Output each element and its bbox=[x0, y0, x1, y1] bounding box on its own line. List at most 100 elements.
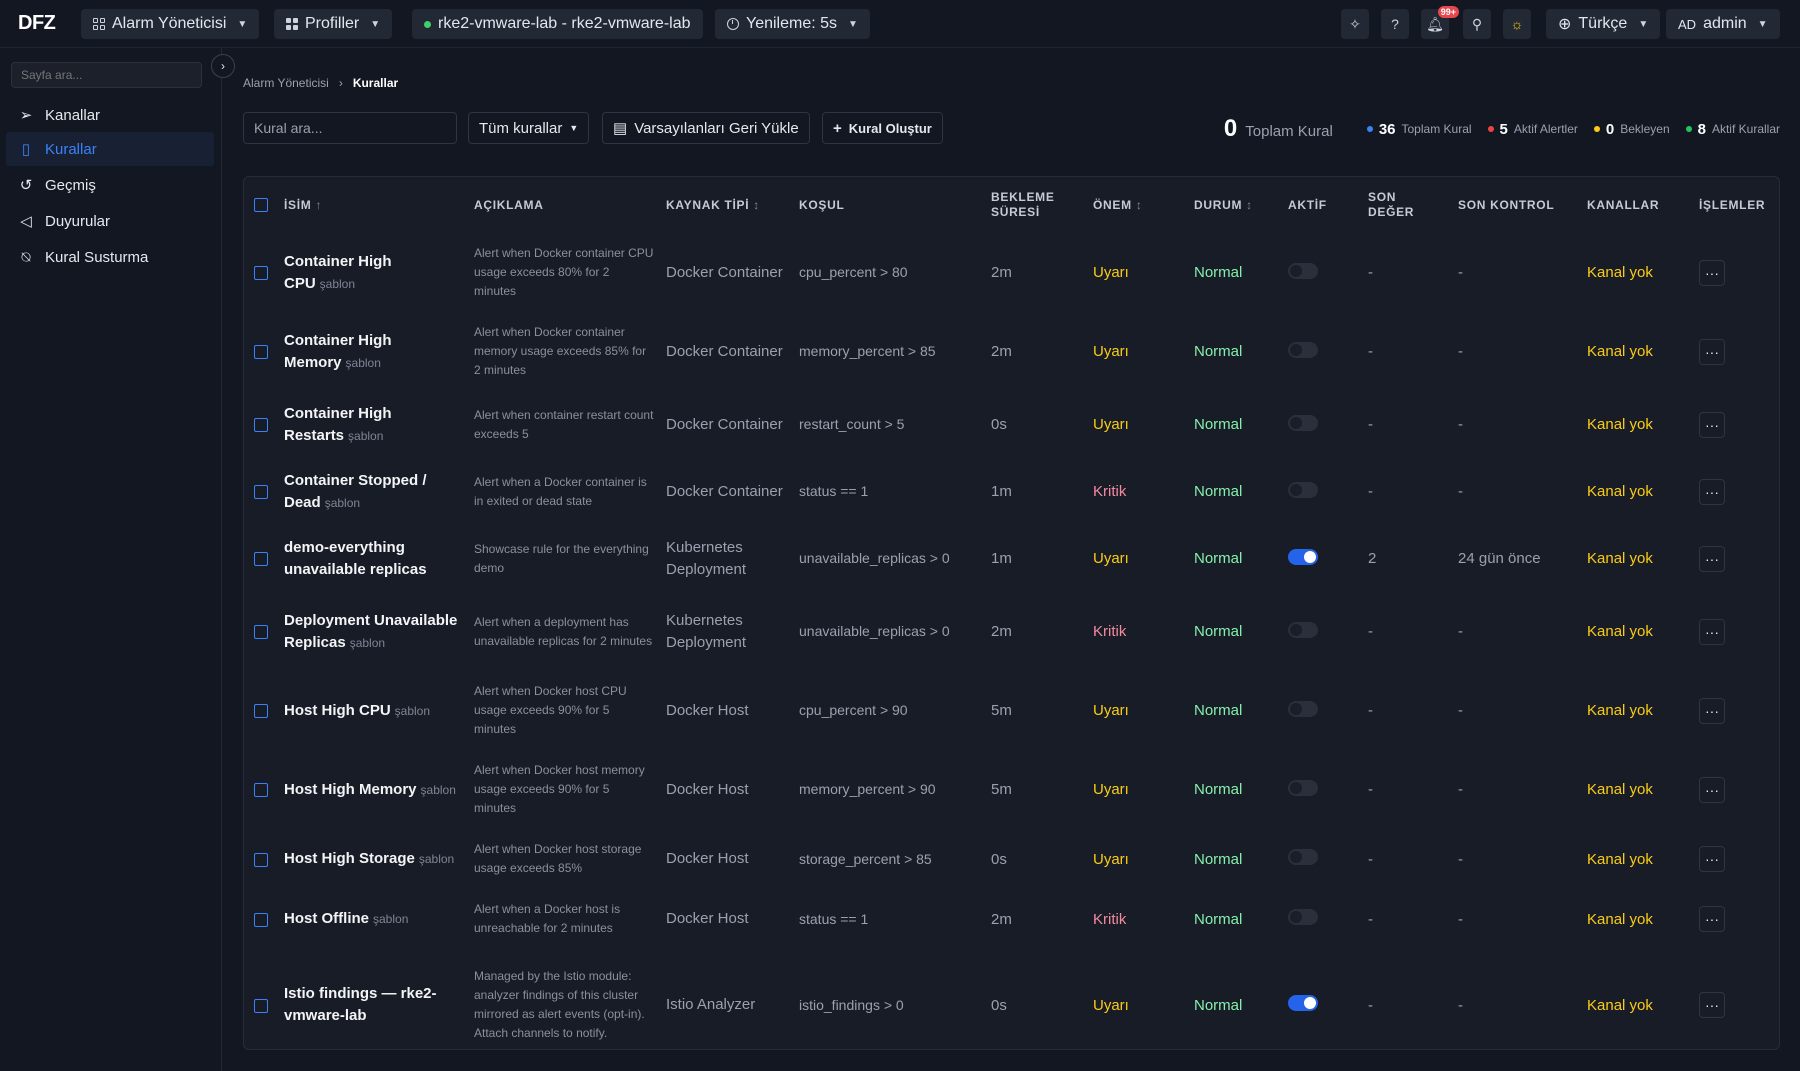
stat-label: Bekleyen bbox=[1620, 122, 1670, 136]
last-check: 24 gün önce bbox=[1458, 550, 1541, 567]
bell-icon: 🔔︎ bbox=[1426, 15, 1444, 32]
row-checkbox[interactable] bbox=[254, 912, 268, 927]
column-header-status[interactable]: DURUM ↕ bbox=[1188, 177, 1282, 233]
profiles-selector[interactable]: Profiller ▼ bbox=[274, 9, 393, 39]
pin-button[interactable]: ⚲ bbox=[1463, 9, 1491, 39]
rule-search-input[interactable] bbox=[243, 112, 457, 144]
table-row[interactable]: Host High Storage şablon Alert when Docker… bbox=[244, 829, 1779, 889]
table-row[interactable]: Host Offline şablon Alert when a Docker ho… bbox=[244, 889, 1779, 949]
cluster-selector[interactable]: rke2-vmware-lab - rke2-vmware-lab bbox=[412, 9, 703, 39]
table-row[interactable]: Deployment Unavailable Replicas şablon Ale… bbox=[244, 592, 1779, 671]
sidebar-collapse-button[interactable]: › bbox=[211, 54, 235, 78]
select-all-checkbox[interactable] bbox=[254, 198, 268, 213]
more-actions-button[interactable]: ··· bbox=[1699, 478, 1725, 505]
active-toggle[interactable] bbox=[1288, 779, 1318, 796]
column-header-severity[interactable]: ÖNEM ↕ bbox=[1087, 177, 1188, 233]
restore-defaults-button[interactable]: ▤ Varsayılanları Geri Yükle bbox=[602, 112, 810, 144]
table-row[interactable]: demo-everything unavailable replicas Show… bbox=[244, 525, 1779, 592]
active-toggle[interactable] bbox=[1288, 995, 1318, 1011]
notifications-button[interactable]: 🔔︎ 99+ bbox=[1421, 6, 1459, 39]
rule-filter-select[interactable]: Tüm kurallar ▼ bbox=[468, 112, 590, 144]
table-row[interactable]: Container High Restarts şablon Alert when … bbox=[244, 391, 1779, 458]
severity-label: Kritik bbox=[1093, 623, 1127, 640]
sort-icon: ↕ bbox=[753, 197, 760, 212]
row-checkbox[interactable] bbox=[254, 418, 268, 433]
create-rule-button[interactable]: + Kural Oluştur bbox=[822, 112, 943, 144]
table-row[interactable]: Container High Memory şablon Alert when Do… bbox=[244, 312, 1779, 391]
module-selector[interactable]: Alarm Yöneticisi ▼ bbox=[81, 9, 260, 39]
clock-icon bbox=[727, 18, 739, 30]
wait-duration: 2m bbox=[991, 910, 1012, 928]
breadcrumb-parent[interactable]: Alarm Yöneticisi bbox=[243, 76, 329, 90]
sidebar-search-input[interactable] bbox=[11, 62, 202, 88]
more-actions-button[interactable]: ··· bbox=[1699, 338, 1725, 365]
table-row[interactable]: Container High CPU şablon Alert when Docke… bbox=[244, 233, 1779, 312]
row-checkbox[interactable] bbox=[254, 266, 268, 281]
rule-name-cell[interactable]: Container High Restarts şablon bbox=[284, 403, 462, 447]
sidebar-item-duyurular[interactable]: ◁ Duyurular bbox=[6, 204, 214, 238]
rule-name-cell[interactable]: demo-everything unavailable replicas bbox=[284, 537, 462, 581]
rule-name-cell[interactable]: Container High Memory şablon bbox=[284, 330, 462, 374]
table-row[interactable]: Host High Memory şablon Alert when Docker … bbox=[244, 750, 1779, 829]
row-checkbox[interactable] bbox=[254, 625, 268, 640]
more-actions-button[interactable]: ··· bbox=[1699, 618, 1725, 645]
column-header-source-type[interactable]: KAYNAK TİPİ ↕ bbox=[660, 177, 793, 233]
rule-name-cell[interactable]: Host High CPU şablon bbox=[284, 700, 462, 722]
table-row[interactable]: Istio findings — rke2-vmware-lab Managed … bbox=[244, 949, 1779, 1049]
sparkles-button[interactable]: ✧ bbox=[1341, 9, 1369, 39]
row-checkbox[interactable] bbox=[254, 704, 268, 719]
language-selector[interactable]: ⊕ Türkçe ▼ bbox=[1546, 9, 1661, 39]
column-header-name[interactable]: İSİM ↑ bbox=[278, 177, 468, 233]
active-toggle[interactable] bbox=[1288, 262, 1318, 279]
more-actions-button[interactable]: ··· bbox=[1699, 259, 1725, 286]
table-row[interactable]: Container Stopped / Dead şablon Alert when… bbox=[244, 458, 1779, 525]
active-toggle[interactable] bbox=[1288, 621, 1318, 638]
row-checkbox[interactable] bbox=[254, 783, 268, 798]
rule-name-cell[interactable]: Deployment Unavailable Replicas şablon bbox=[284, 610, 462, 654]
refresh-selector[interactable]: Yenileme: 5s ▼ bbox=[715, 9, 870, 39]
sidebar-item-kural-susturma[interactable]: ⍉ Kural Susturma bbox=[6, 240, 214, 274]
more-actions-button[interactable]: ··· bbox=[1699, 992, 1725, 1018]
row-checkbox[interactable] bbox=[254, 998, 268, 1013]
status-label: Normal bbox=[1194, 264, 1243, 281]
active-toggle[interactable] bbox=[1288, 481, 1318, 498]
severity-label: Uyarı bbox=[1093, 264, 1129, 281]
rule-name-cell[interactable]: Host High Memory şablon bbox=[284, 779, 462, 801]
rule-condition: unavailable_replicas > 0 bbox=[799, 623, 950, 639]
user-initials: AD bbox=[1678, 16, 1697, 32]
active-toggle[interactable] bbox=[1288, 700, 1318, 717]
rule-name-cell[interactable]: Istio findings — rke2-vmware-lab bbox=[284, 983, 462, 1027]
stat-total-rules: 36 Toplam Kural bbox=[1366, 121, 1472, 138]
table-row[interactable]: Host High CPU şablon Alert when Docker hos… bbox=[244, 671, 1779, 750]
sidebar-item-kurallar[interactable]: ▯ Kurallar bbox=[6, 132, 214, 166]
sidebar-item-gecmis[interactable]: ↺ Geçmiş bbox=[6, 168, 214, 202]
app-logo[interactable]: DFZ bbox=[18, 12, 56, 35]
row-checkbox[interactable] bbox=[254, 552, 268, 567]
rule-name-cell[interactable]: Container Stopped / Dead şablon bbox=[284, 470, 462, 514]
more-actions-button[interactable]: ··· bbox=[1699, 846, 1725, 872]
active-toggle[interactable] bbox=[1288, 341, 1318, 358]
more-actions-button[interactable]: ··· bbox=[1699, 545, 1725, 572]
rule-name-cell[interactable]: Container High CPU şablon bbox=[284, 251, 462, 295]
more-actions-button[interactable]: ··· bbox=[1699, 776, 1725, 803]
theme-toggle-button[interactable]: ☼ bbox=[1503, 9, 1531, 39]
more-actions-button[interactable]: ··· bbox=[1699, 697, 1725, 724]
stat-value: 8 bbox=[1697, 120, 1706, 138]
sidebar-item-kanallar[interactable]: ➢ Kanallar bbox=[6, 98, 214, 132]
rule-name-cell[interactable]: Host Offline şablon bbox=[284, 908, 462, 930]
active-toggle[interactable] bbox=[1288, 414, 1318, 431]
user-menu[interactable]: AD admin ▼ bbox=[1666, 9, 1780, 39]
rule-name-cell[interactable]: Host High Storage şablon bbox=[284, 848, 462, 870]
help-button[interactable]: ? bbox=[1381, 9, 1409, 39]
more-actions-button[interactable]: ··· bbox=[1699, 906, 1725, 932]
active-toggle[interactable] bbox=[1288, 548, 1318, 565]
row-checkbox[interactable] bbox=[254, 345, 268, 360]
row-checkbox[interactable] bbox=[254, 485, 268, 500]
active-toggle[interactable] bbox=[1288, 909, 1318, 925]
pin-icon: ⚲ bbox=[1471, 15, 1483, 32]
more-actions-button[interactable]: ··· bbox=[1699, 411, 1725, 438]
column-header-channels: KANALLAR bbox=[1587, 197, 1660, 212]
row-checkbox[interactable] bbox=[254, 852, 268, 867]
active-toggle[interactable] bbox=[1288, 849, 1318, 865]
status-dot bbox=[1685, 126, 1692, 132]
